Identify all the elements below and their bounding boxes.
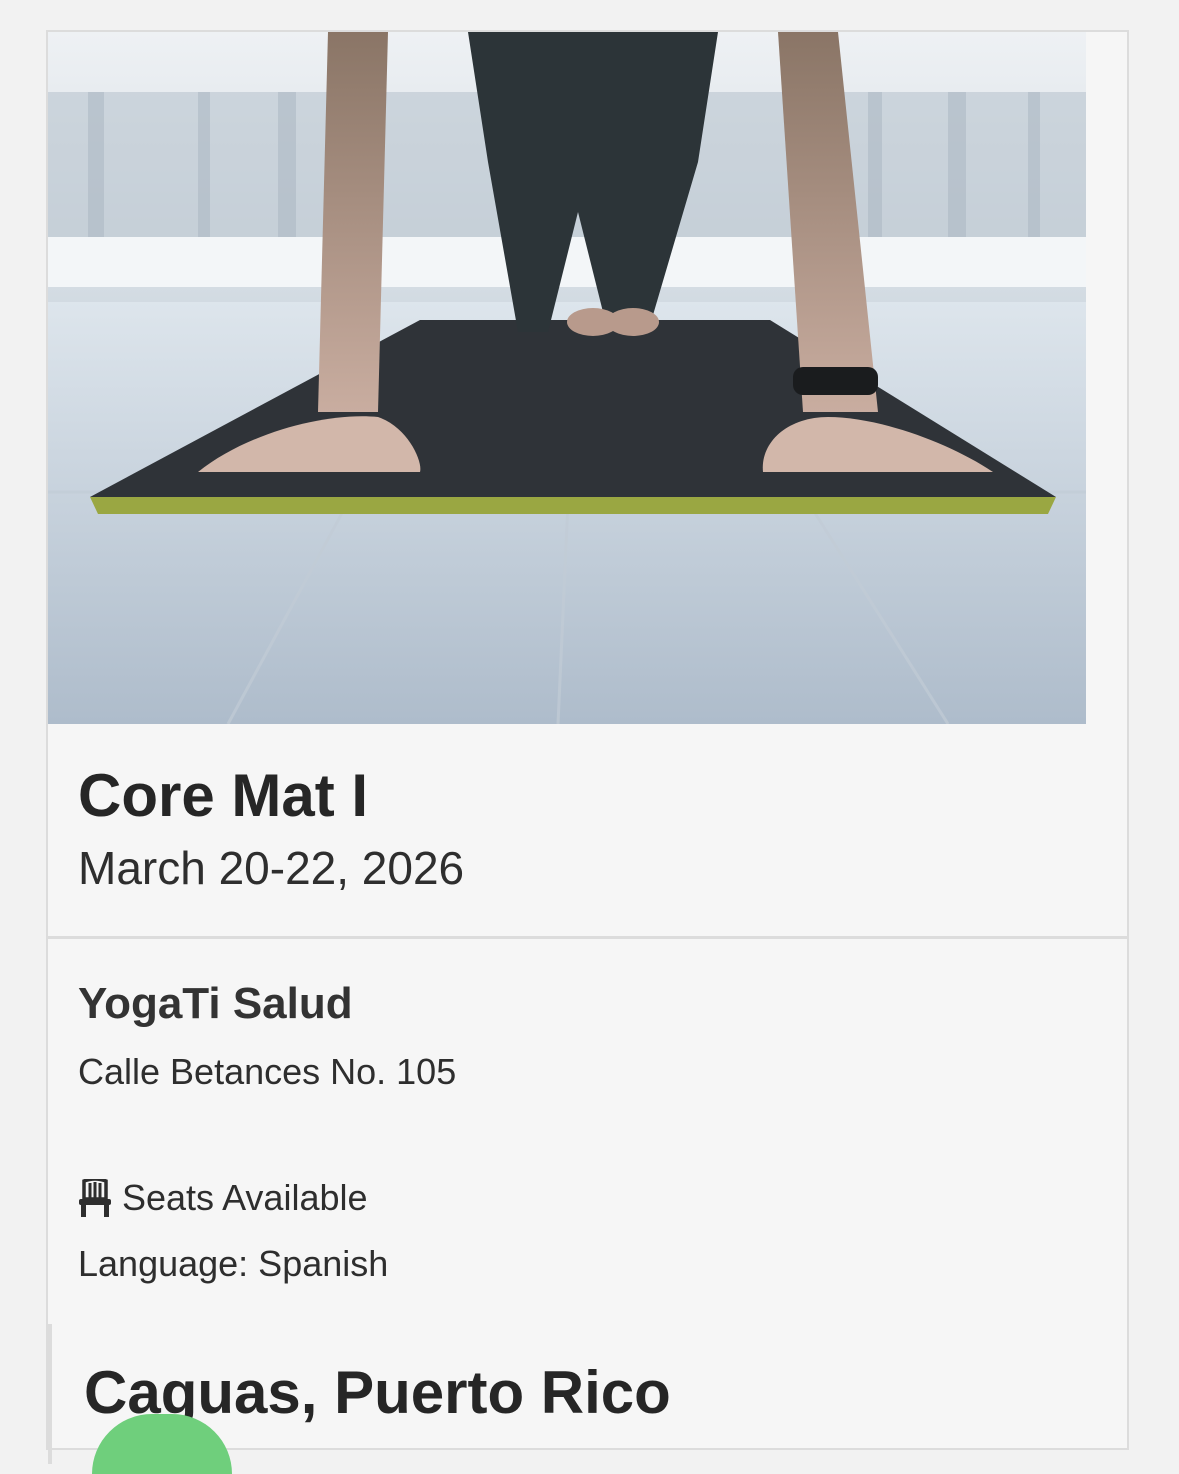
chair-icon	[79, 1179, 111, 1217]
venue-name: YogaTi Salud	[78, 979, 353, 1028]
event-title: Core Mat I	[78, 762, 369, 829]
event-date: March 20-22, 2026	[78, 842, 465, 894]
event-header: Core Mat I March 20-22, 2026	[78, 760, 464, 896]
language-label: Language: Spanish	[78, 1243, 389, 1284]
venue-address: Calle Betances No. 105	[78, 1051, 457, 1092]
seats-available-label: Seats Available	[122, 1177, 368, 1218]
venue-info: YogaTi Salud Calle Betances No. 105	[78, 978, 456, 1094]
seats-status: Seats Available	[78, 1176, 368, 1220]
event-hero-image	[48, 32, 1086, 724]
event-card[interactable]: Core Mat I March 20-22, 2026 YogaTi Salu…	[46, 30, 1129, 1474]
divider	[48, 936, 1127, 939]
location-section: Caguas, Puerto Rico	[48, 1324, 1127, 1474]
